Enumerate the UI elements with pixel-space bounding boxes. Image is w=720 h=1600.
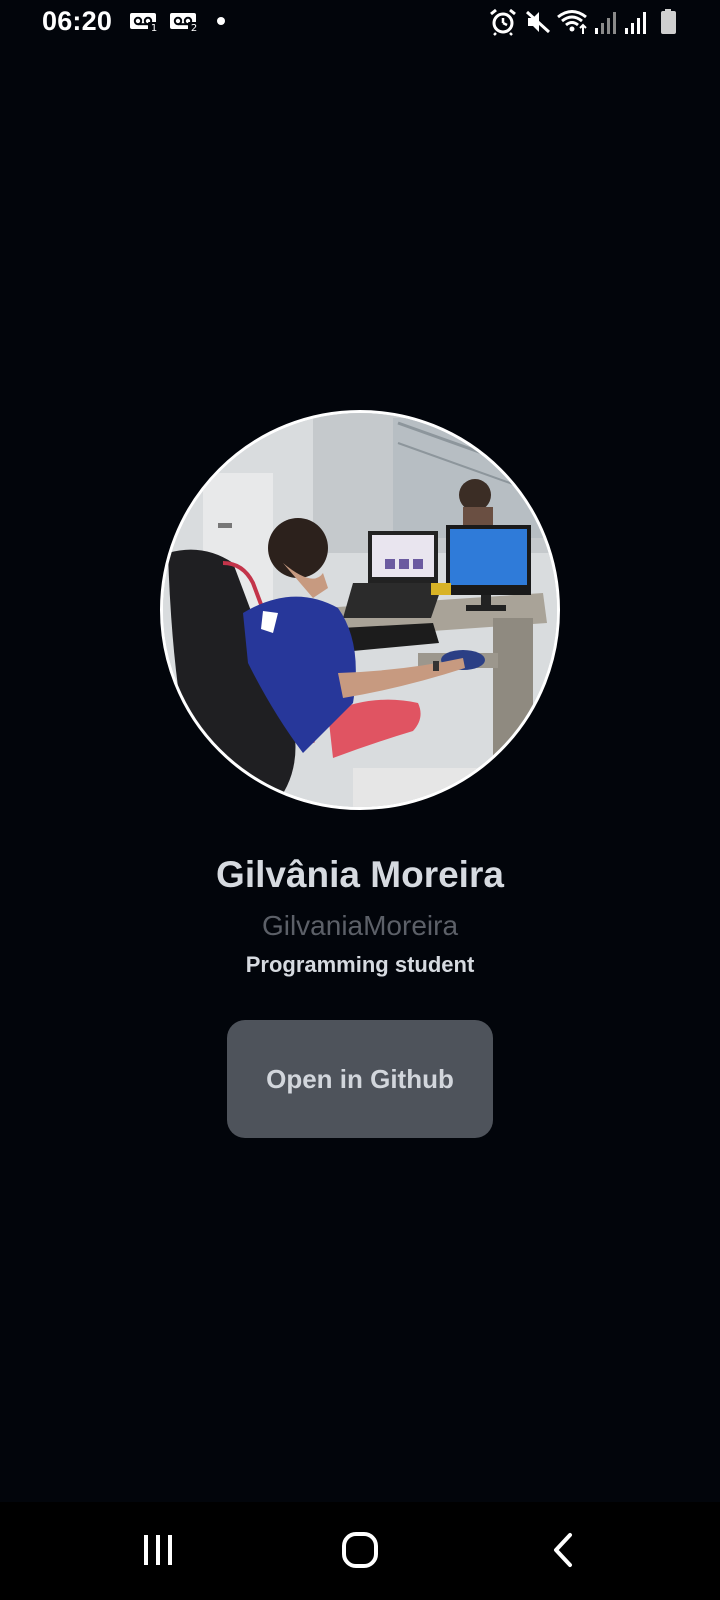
profile-bio: Programming student [245,952,475,977]
battery-icon [660,8,678,36]
profile-name: Gilvânia Moreira [216,854,504,895]
svg-text:2: 2 [191,23,197,33]
profile-username: GilvaniaMoreira [261,910,459,941]
recent-apps-button[interactable] [123,1522,193,1582]
avatar [160,410,560,810]
home-icon [341,1531,379,1574]
home-button[interactable] [325,1522,395,1582]
open-in-github-button[interactable]: Open in Github [227,1020,493,1138]
notification-dot-icon [217,17,225,25]
wifi-icon [556,8,590,36]
voicemail-2-icon: 2 [170,13,200,34]
back-icon [548,1532,578,1573]
signal-1-icon [594,8,618,36]
signal-2-icon [624,8,648,36]
svg-text:1: 1 [151,23,157,33]
navigation-bar [0,1502,720,1600]
status-bar: 06:20 1 2 [0,0,720,46]
voicemail-1-icon: 1 [130,13,160,34]
alarm-icon [488,8,518,36]
back-button[interactable] [528,1522,598,1582]
status-time: 06:20 [42,6,113,36]
recent-apps-icon [141,1533,175,1572]
mute-icon [524,8,552,36]
